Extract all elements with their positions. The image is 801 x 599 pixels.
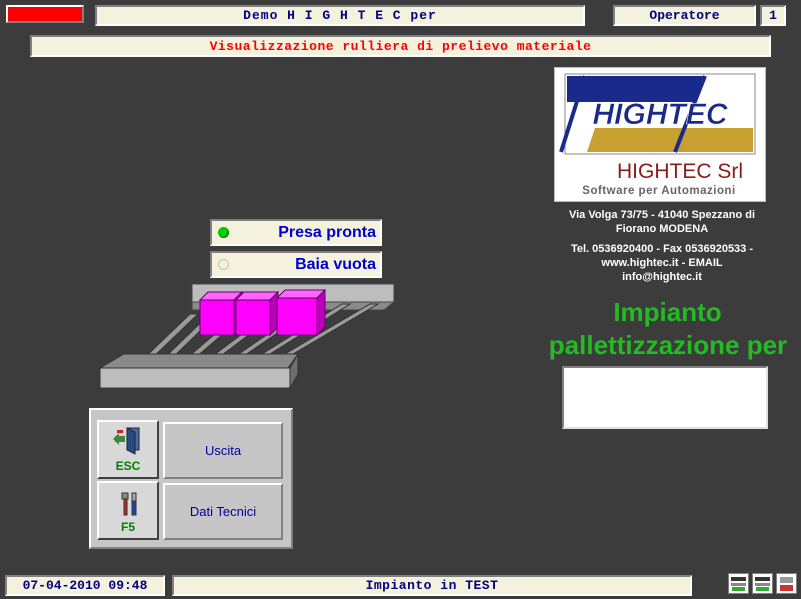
company-address-line1: Via Volga 73/75 - 41040 Spezzano di	[568, 209, 756, 221]
f5-button[interactable]: F5	[97, 481, 159, 540]
box-2	[235, 299, 271, 336]
status-baia-label: Baia vuota	[295, 255, 376, 273]
status-message: Impianto in TEST	[172, 575, 692, 596]
command-panel: ESC Uscita F5 Dati Tecnici	[89, 408, 293, 549]
company-contact-line3: info@hightec.it	[622, 271, 702, 283]
led-off-icon	[218, 259, 229, 270]
box-3	[276, 297, 318, 336]
status-baia-vuota: Baia vuota	[210, 251, 382, 278]
alarm-indicator	[6, 5, 84, 23]
plant-title-line1: Impianto	[613, 297, 722, 327]
keyboard-icon[interactable]	[728, 573, 749, 594]
page-subtitle: Visualizzazione rulliera di prelievo mat…	[30, 35, 771, 57]
roller-conveyor-illustration	[98, 283, 396, 390]
company-logo: HIGHTEC HIGHTEC Srl Software per Automaz…	[554, 67, 766, 202]
app-title: Demo H I G H T E C per	[95, 5, 585, 26]
company-tagline: Software per Automazioni	[582, 185, 735, 197]
door-exit-icon	[113, 427, 140, 455]
logo-wordmark: HIGHTEC	[593, 98, 729, 131]
company-contact-line1: Tel. 0536920400 - Fax 0536920533 -	[570, 243, 754, 255]
esc-key-label: ESC	[115, 459, 141, 473]
box-1	[199, 299, 235, 336]
tools-icon	[121, 492, 137, 516]
settings-icon[interactable]	[752, 573, 773, 594]
led-on-icon	[218, 227, 229, 238]
uscita-button[interactable]: Uscita	[163, 422, 283, 479]
dati-tecnici-button[interactable]: Dati Tecnici	[163, 483, 283, 540]
plant-title-line2: pallettizzazione per	[548, 330, 788, 360]
status-presa-label: Presa pronta	[278, 223, 376, 241]
company-name: HIGHTEC Srl	[617, 160, 743, 183]
esc-button[interactable]: ESC	[97, 420, 159, 479]
datetime-display: 07-04-2010 09:48	[5, 575, 165, 596]
company-address-line2: Fiorano MODENA	[615, 223, 709, 235]
operator-number: 1	[760, 5, 786, 26]
f5-key-label: F5	[120, 520, 135, 534]
company-contact-line2: www.hightec.it - EMAIL	[601, 257, 723, 269]
status-presa-pronta: Presa pronta	[210, 219, 382, 246]
power-off-icon[interactable]	[776, 573, 797, 594]
plant-info-panel	[562, 366, 768, 429]
operator-label: Operatore	[613, 5, 756, 26]
